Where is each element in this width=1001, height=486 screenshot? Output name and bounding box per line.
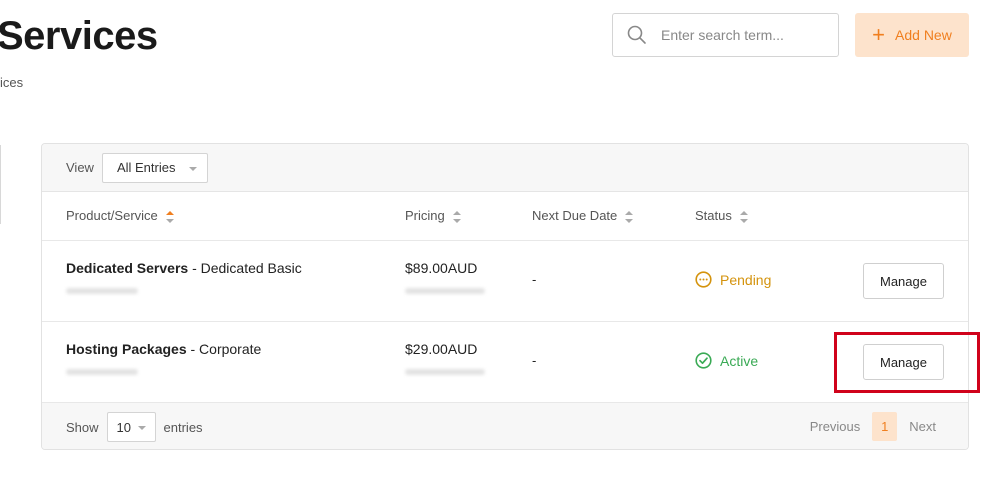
product-name: - Dedicated Basic [188, 260, 302, 276]
pagination: Previous 1 Next [810, 412, 936, 441]
product-cell: Dedicated Servers - Dedicated Basic [66, 260, 302, 294]
sort-icon [452, 210, 461, 223]
view-label: View [66, 160, 94, 175]
table-header-row: Product/Service Pricing Next Due Date St… [42, 192, 968, 241]
add-new-button[interactable]: + Add New [855, 13, 969, 57]
next-due-cell: - [532, 272, 537, 287]
chevron-down-icon [188, 166, 197, 171]
status-text: Active [720, 352, 759, 369]
plus-icon: + [872, 22, 886, 47]
table-footer: Show 10 entries Previous 1 Next [42, 403, 968, 449]
status-badge: Pending [695, 271, 771, 288]
table-toolbar: View All Entries [42, 144, 968, 192]
sort-icon [165, 210, 174, 223]
redacted-billing-cycle [405, 288, 485, 294]
sort-icon [739, 210, 748, 223]
breadcrumb[interactable]: ices [0, 75, 23, 90]
column-header-status[interactable]: Status [695, 208, 748, 223]
entries-per-page-value: 10 [116, 419, 131, 435]
pending-clock-icon [695, 271, 712, 288]
redacted-domain [66, 369, 138, 375]
product-cell: Hosting Packages - Corporate [66, 341, 261, 375]
table-row[interactable]: Hosting Packages - Corporate $29.00AUD -… [42, 322, 968, 403]
pricing-cell: $89.00AUD [405, 260, 485, 294]
sort-icon [625, 210, 634, 223]
search-icon [627, 25, 646, 44]
entries-label: entries [163, 419, 203, 435]
page-title: Services [0, 14, 158, 58]
table-row[interactable]: Dedicated Servers - Dedicated Basic $89.… [42, 241, 968, 322]
show-label: Show [66, 419, 99, 435]
status-text: Pending [720, 271, 772, 288]
product-group: Dedicated Servers [66, 260, 189, 276]
pricing-cell: $29.00AUD [405, 341, 485, 375]
add-new-label: Add New [895, 27, 952, 43]
manage-button[interactable]: Manage [863, 263, 944, 299]
highlight-annotation-box [834, 332, 980, 393]
chevron-down-icon [137, 426, 146, 430]
product-name: - Corporate [186, 341, 262, 357]
page-1-button[interactable]: 1 [872, 412, 898, 441]
check-circle-icon [695, 352, 712, 369]
sidebar-edge-divider [0, 145, 1, 224]
column-header-next-due[interactable]: Next Due Date [532, 208, 634, 223]
redacted-billing-cycle [405, 369, 485, 375]
view-filter-value: All Entries [116, 160, 176, 175]
column-header-pricing[interactable]: Pricing [405, 208, 461, 223]
services-table-card: View All Entries Product/Service Pricing… [41, 143, 969, 450]
status-badge: Active [695, 352, 758, 369]
previous-page-button[interactable]: Previous [810, 419, 861, 434]
redacted-domain [66, 288, 138, 294]
search-input[interactable] [661, 27, 821, 43]
price-value: $89.00AUD [405, 260, 478, 276]
price-value: $29.00AUD [405, 341, 478, 357]
next-due-cell: - [532, 353, 537, 368]
entries-per-page-select[interactable]: 10 [106, 412, 156, 442]
view-filter-select[interactable]: All Entries [101, 152, 208, 183]
search-box[interactable] [612, 13, 839, 57]
product-group: Hosting Packages [66, 341, 187, 357]
next-page-button[interactable]: Next [909, 419, 936, 434]
column-header-product[interactable]: Product/Service [66, 208, 174, 223]
